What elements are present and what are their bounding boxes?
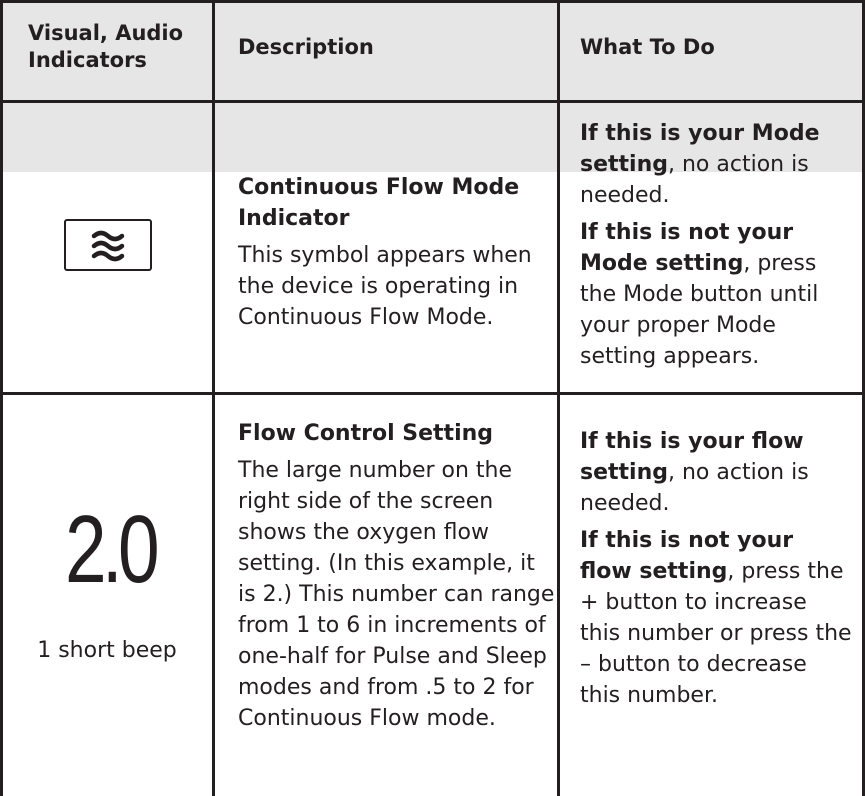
row1-action-2: If this is not your Mode setting, press … <box>580 217 850 372</box>
table-border-left <box>0 0 3 796</box>
row1-description-body: This symbol appears when the device is o… <box>238 243 532 330</box>
column-divider-2 <box>557 0 560 796</box>
header-description: Description <box>238 35 374 59</box>
flow-setting-number: 2.0 <box>64 496 160 603</box>
table-border-top <box>0 0 865 3</box>
header-what-to-do: What To Do <box>580 35 715 59</box>
row-divider <box>0 392 865 395</box>
row2-action-1: If this is your flow setting, no action … <box>580 426 852 519</box>
header-visual-audio: Visual, Audio Indicators <box>28 21 184 72</box>
row2-description-body: The large number on the right side of th… <box>238 458 555 731</box>
row1-action-1: If this is your Mode setting, no action … <box>580 118 850 211</box>
row2-description-title: Flow Control Setting <box>238 421 494 446</box>
column-divider-1 <box>212 0 215 796</box>
header-divider <box>0 100 865 103</box>
row2-description: Flow Control Setting The large number on… <box>238 418 556 734</box>
row1-description-title: Continuous Flow Mode Indicator <box>238 175 520 231</box>
row2-action-2: If this is not your flow setting, press … <box>580 525 852 711</box>
row1-description: Continuous Flow Mode Indicator This symb… <box>238 172 548 333</box>
audio-indicator-label: 1 short beep <box>37 638 177 663</box>
indicator-table: Visual, Audio Indicators Description Wha… <box>0 0 865 796</box>
continuous-flow-indicator <box>64 219 152 271</box>
row2-action: If this is your flow setting, no action … <box>580 426 852 711</box>
continuous-flow-wave-icon <box>91 230 125 262</box>
row1-action: If this is your Mode setting, no action … <box>580 118 850 372</box>
